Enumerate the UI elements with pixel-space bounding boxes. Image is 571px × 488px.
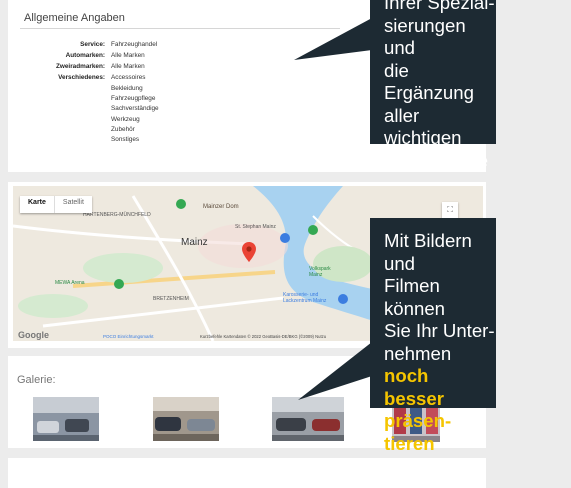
map-label-bretzenheim: BRETZENHEIM <box>153 296 189 302</box>
map-label-karosserie: Karosserie- und Lackzentrum Mainz <box>283 292 327 304</box>
gallery-title: Galerie: <box>17 374 56 386</box>
misc-value: Zubehör <box>111 126 135 133</box>
callout-top-line: sierungen und <box>384 14 466 59</box>
next-section-panel <box>8 458 486 488</box>
callout-bottom: Mit Bildern und Filmen können Sie Ihr Un… <box>370 218 496 454</box>
map-label-volkspark: Volkspark Mainz <box>309 266 331 278</box>
callout-bottom-line: nehmen <box>384 342 452 364</box>
map-marker-icon[interactable] <box>242 242 256 262</box>
callout-top-line: die Ergänzung <box>384 59 474 104</box>
callout-highlight: tieren <box>384 432 435 454</box>
callout-bottom-line: Mit Bildern und <box>384 230 472 274</box>
callout-top: Ihrer Spezial- sierungen und die Ergänzu… <box>370 0 496 171</box>
bike-brands-value: Alle Marken <box>111 63 145 70</box>
callout-highlight: besser präsen- <box>384 387 452 432</box>
general-info-title: Allgemeine Angaben <box>24 12 125 24</box>
service-label: Service: <box>80 41 105 48</box>
misc-value: Accessoires <box>111 74 146 81</box>
service-value: Fahrzeughandel <box>111 41 158 48</box>
car-brands-label: Automarken: <box>65 52 105 59</box>
misc-value: Werkzeug <box>111 116 140 123</box>
fullscreen-icon[interactable]: ⛶ <box>442 202 458 218</box>
map-label-mewa: MEWA Arena <box>55 280 85 286</box>
page-background-strip <box>498 0 571 488</box>
misc-value: Fahrzeugpflege <box>111 95 156 102</box>
car-brands-value: Alle Marken <box>111 52 145 59</box>
map-tab-satellite[interactable]: Satellit <box>53 196 92 213</box>
map-label-stephan: St. Stephan Mainz <box>235 224 276 230</box>
misc-value: Sonstiges <box>111 136 140 143</box>
map-label-hartenberg: HARTENBERG-MÜNCHFELD <box>83 212 151 218</box>
map-label-mainz: Mainz <box>181 237 208 248</box>
map-label-poco: POCO Einrichtungsmarkt <box>103 334 154 339</box>
callout-top-line: Suchbegriffe <box>384 149 489 171</box>
map-label-dom: Mainzer Dom <box>203 204 239 210</box>
misc-value: Bekleidung <box>111 85 143 92</box>
map-tab-karte[interactable]: Karte <box>20 196 54 213</box>
misc-value: Sachverständige <box>111 105 159 112</box>
misc-label: Verschiedenes: <box>58 74 105 81</box>
callout-highlight: noch <box>384 365 429 386</box>
callout-bottom-line: Sie Ihr Unter- <box>384 320 495 341</box>
gallery-thumbnail[interactable] <box>153 397 219 441</box>
callout-top-line: aller wichtigen <box>384 104 462 149</box>
gallery-thumbnail[interactable] <box>33 397 99 441</box>
callout-top-line: Ihrer Spezial- <box>384 0 495 13</box>
google-logo: Google <box>18 330 49 340</box>
map-type-toggle: Karte Satellit <box>20 196 92 213</box>
bike-brands-label: Zweiradmarken: <box>55 63 105 70</box>
callout-bottom-line: Filmen können <box>384 275 446 319</box>
